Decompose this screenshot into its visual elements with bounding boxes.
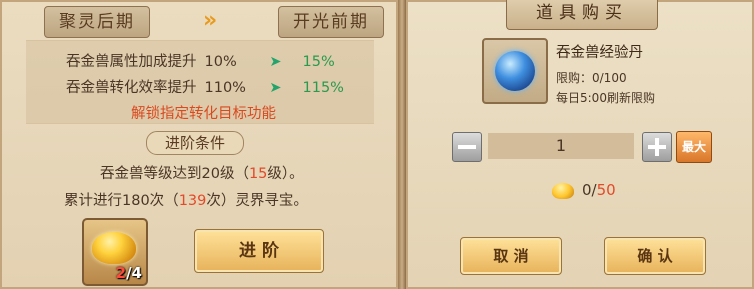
double-chevron-icon: » bbox=[203, 8, 218, 33]
increase-button[interactable] bbox=[642, 132, 672, 162]
unlock-text: 解锁指定转化目标功能 bbox=[131, 106, 276, 122]
max-button[interactable]: 最大 bbox=[676, 131, 712, 163]
chevron-right-icon: ➤ bbox=[269, 80, 282, 96]
condition-treasure: 累计进行180次（139次）灵界寻宝。 bbox=[64, 189, 308, 210]
quantity-field[interactable]: 1 bbox=[488, 133, 634, 159]
price-display: 0/50 bbox=[582, 181, 616, 199]
minus-icon bbox=[458, 145, 476, 149]
current-stage-tag: 聚灵后期 bbox=[44, 6, 150, 38]
stat-row-conversion: 吞金兽转化效率提升 110% ➤ 115% bbox=[66, 76, 344, 97]
plus-icon-vertical bbox=[655, 138, 659, 156]
condition-level: 吞金兽等级达到20级（15级）。 bbox=[100, 162, 304, 183]
cancel-button[interactable]: 取 消 bbox=[460, 237, 562, 275]
condition-progress: 139 bbox=[178, 193, 207, 209]
material-slot[interactable]: 2/4 bbox=[82, 218, 148, 286]
condition-progress: 15 bbox=[248, 166, 268, 182]
blue-orb-icon bbox=[495, 51, 535, 91]
stat-next-value: 115% bbox=[302, 80, 344, 96]
gold-ingot-icon bbox=[552, 183, 574, 199]
material-need: /4 bbox=[126, 264, 142, 282]
conditions-title: 进阶条件 bbox=[146, 131, 244, 155]
condition-text: 累计进行180次（ bbox=[64, 193, 179, 209]
gold-ingot-icon bbox=[92, 232, 136, 264]
currency-cost: 50 bbox=[596, 181, 616, 199]
item-icon-frame[interactable] bbox=[482, 38, 548, 104]
stat-label: 吞金兽属性加成提升 bbox=[66, 54, 197, 70]
shop-panel: 道具购买 吞金兽经验丹 限购：0/100 每日5:00刷新限购 1 最大 0/5… bbox=[406, 0, 754, 289]
decrease-button[interactable] bbox=[452, 132, 482, 162]
advance-panel: 聚灵后期 » 开光前期 吞金兽属性加成提升 10% ➤ 15% 吞金兽转化效率提升 11… bbox=[0, 0, 398, 289]
stat-current-value: 10% bbox=[204, 54, 237, 70]
item-name: 吞金兽经验丹 bbox=[556, 45, 643, 61]
stat-label: 吞金兽转化效率提升 bbox=[66, 80, 197, 96]
stat-row-attribute: 吞金兽属性加成提升 10% ➤ 15% bbox=[66, 50, 335, 71]
next-stage-tag: 开光前期 bbox=[278, 6, 384, 38]
confirm-button[interactable]: 确 认 bbox=[604, 237, 706, 275]
refresh-note: 每日5:00刷新限购 bbox=[556, 91, 655, 105]
material-count: 2/4 bbox=[116, 264, 142, 282]
material-have: 2 bbox=[115, 264, 127, 282]
chevron-right-icon: ➤ bbox=[269, 54, 282, 70]
stat-current-value: 110% bbox=[204, 80, 246, 96]
condition-text: 吞金兽等级达到20级（ bbox=[100, 166, 249, 182]
condition-text: 次）灵界寻宝。 bbox=[206, 193, 308, 209]
condition-text: 级）。 bbox=[267, 166, 304, 182]
purchase-limit: 限购：0/100 bbox=[556, 71, 627, 85]
advance-button[interactable]: 进 阶 bbox=[194, 229, 324, 273]
currency-have: 0 bbox=[582, 181, 592, 199]
panel-divider bbox=[398, 0, 406, 289]
stat-next-value: 15% bbox=[302, 54, 335, 70]
shop-title: 道具购买 bbox=[506, 0, 658, 30]
